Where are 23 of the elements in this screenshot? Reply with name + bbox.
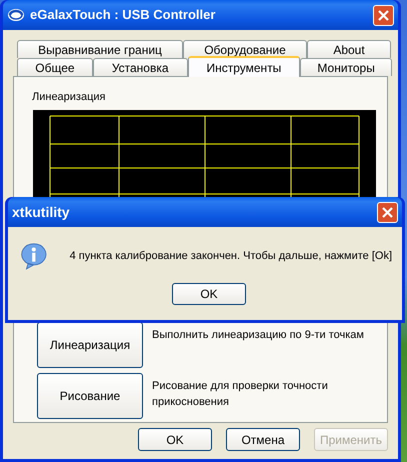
dialog-message: 4 пункта калибрование закончен. Чтобы дальше, нажмите [Ok] xyxy=(70,248,392,264)
dialog-button[interactable]: OK xyxy=(138,428,212,451)
tab[interactable]: Мониторы xyxy=(300,58,392,76)
close-icon xyxy=(378,10,389,20)
ok-button[interactable]: OK xyxy=(172,283,246,305)
dialog-title: xtkutility xyxy=(12,202,70,222)
tab[interactable]: Установка xyxy=(92,58,188,76)
close-button[interactable] xyxy=(377,202,398,222)
tab[interactable]: Оборудование xyxy=(183,40,307,58)
window-title: eGalaxTouch : USB Controller xyxy=(30,6,216,24)
app-icon xyxy=(7,8,25,22)
tab[interactable]: Общее xyxy=(17,58,93,76)
tool-button[interactable]: Рисование xyxy=(37,372,143,418)
group-label: Линеаризация xyxy=(32,90,106,105)
tool-button[interactable]: Линеаризация xyxy=(37,322,143,368)
close-icon xyxy=(382,206,393,218)
dialog-button[interactable]: Отмена xyxy=(226,428,300,451)
tool-description: Выполнить линеаризацию по 9-ти точкам xyxy=(152,328,365,342)
tool-description: Рисование для проверки точности прикосновения xyxy=(152,378,329,410)
tab[interactable]: Инструменты xyxy=(188,56,300,77)
tab[interactable]: Выравнивание границ xyxy=(17,40,183,58)
close-button[interactable] xyxy=(373,4,394,26)
tab[interactable]: About xyxy=(307,40,391,58)
